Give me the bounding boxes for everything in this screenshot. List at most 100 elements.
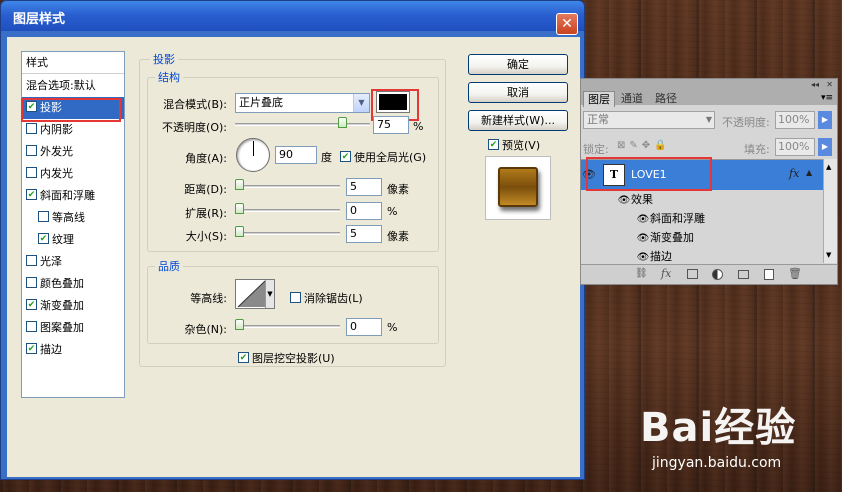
use-global-light-box[interactable] (340, 151, 351, 162)
contour-curve (237, 280, 266, 308)
style-item-gradient-overlay[interactable]: 渐变叠加 (22, 295, 124, 317)
distance-slider[interactable] (235, 185, 340, 188)
style-item-outer-glow[interactable]: 外发光 (22, 141, 124, 163)
contour-label: 等高线: (190, 292, 227, 305)
checkbox-inner-shadow[interactable] (26, 123, 37, 134)
style-item-bevel-emboss[interactable]: 斜面和浮雕 (22, 185, 124, 207)
blend-mode-select[interactable]: 正片叠底 ▼ (235, 93, 370, 113)
expand-arrow-icon[interactable]: ▲ (806, 168, 812, 177)
trash-icon[interactable]: 🗑 (788, 267, 802, 280)
checkbox-inner-glow[interactable] (26, 167, 37, 178)
knockout-box[interactable] (238, 352, 249, 363)
checkbox-pattern-overlay[interactable] (26, 321, 37, 332)
layer-fill-input[interactable]: 100% (775, 138, 815, 156)
preview-swatch (498, 167, 538, 207)
use-global-light-checkbox[interactable]: 使用全局光(G) (340, 149, 426, 165)
fill-arrow-icon[interactable]: ▶ (818, 138, 832, 156)
scroll-up-icon[interactable]: ▲ (826, 163, 831, 171)
checkbox-contour[interactable] (38, 211, 49, 222)
size-slider-thumb[interactable] (235, 226, 244, 237)
tab-layers[interactable]: 图层 (583, 91, 615, 107)
panel-menu-icon[interactable]: ▾≡ (821, 93, 833, 103)
style-item-label: 光泽 (40, 255, 62, 268)
knockout-checkbox[interactable]: 图层挖空投影(U) (238, 350, 335, 366)
eye-icon[interactable]: 👁 (636, 229, 650, 248)
checkbox-stroke[interactable] (26, 343, 37, 354)
opacity-slider-thumb[interactable] (338, 117, 347, 128)
anti-alias-box[interactable] (290, 292, 301, 303)
effect-label: 斜面和浮雕 (650, 212, 705, 225)
add-style-icon[interactable]: fx (661, 267, 671, 280)
style-item-blending-options[interactable]: 混合选项:默认 (22, 75, 124, 97)
style-item-label: 斜面和浮雕 (40, 189, 95, 202)
tab-channels[interactable]: 通道 (617, 91, 647, 107)
distance-slider-thumb[interactable] (235, 179, 244, 190)
scroll-down-icon[interactable]: ▼ (826, 251, 831, 259)
effect-row-bevel[interactable]: 👁斜面和浮雕 (581, 209, 821, 228)
spread-slider[interactable] (235, 209, 340, 212)
checkbox-gradient-overlay[interactable] (26, 299, 37, 310)
close-button[interactable]: ✕ (556, 13, 578, 35)
effects-row[interactable]: 👁效果 (581, 190, 821, 209)
distance-input[interactable]: 5 (346, 178, 382, 196)
tab-paths[interactable]: 路径 (651, 91, 681, 107)
size-unit: 像素 (387, 230, 409, 243)
dialog-titlebar[interactable]: 图层样式 (1, 1, 584, 31)
new-group-icon[interactable] (738, 270, 749, 279)
style-item-color-overlay[interactable]: 颜色叠加 (22, 273, 124, 295)
opacity-input[interactable]: 75 (373, 116, 409, 134)
spread-input[interactable]: 0 (346, 202, 382, 220)
noise-slider[interactable] (235, 325, 340, 328)
noise-input[interactable]: 0 (346, 318, 382, 336)
collapse-icon[interactable]: ◂◂ (811, 80, 819, 89)
blend-mode-label: 混合模式(B): (163, 98, 227, 111)
anti-alias-checkbox[interactable]: 消除锯齿(L) (290, 290, 363, 306)
angle-dial[interactable] (236, 138, 270, 172)
style-item-satin[interactable]: 光泽 (22, 251, 124, 273)
checkbox-outer-glow[interactable] (26, 145, 37, 156)
effect-row-gradient[interactable]: 👁渐变叠加 (581, 228, 821, 247)
layer-opacity-label: 不透明度: (722, 116, 770, 129)
eye-icon[interactable]: 👁 (636, 210, 650, 229)
fx-icon[interactable]: fx (789, 167, 799, 180)
link-layers-icon[interactable]: ⛓ (635, 268, 648, 279)
new-style-button[interactable]: 新建样式(W)... (468, 110, 568, 131)
checkbox-texture[interactable] (38, 233, 49, 244)
effects-label: 效果 (631, 193, 653, 206)
eye-icon[interactable]: 👁 (617, 191, 631, 210)
new-layer-icon[interactable] (764, 269, 774, 280)
style-item-label: 渐变叠加 (40, 299, 84, 312)
structure-title: 结构 (155, 69, 183, 85)
chevron-down-icon: ▼ (265, 280, 274, 308)
style-item-inner-glow[interactable]: 内发光 (22, 163, 124, 185)
add-mask-icon[interactable] (687, 269, 698, 279)
opacity-slider[interactable] (235, 123, 370, 126)
size-slider[interactable] (235, 232, 340, 235)
checkbox-color-overlay[interactable] (26, 277, 37, 288)
blend-mode-value: 正片叠底 (239, 96, 283, 109)
layer-blend-mode-select[interactable]: 正常 ▼ (583, 111, 715, 129)
noise-slider-thumb[interactable] (235, 319, 244, 330)
panel-close-icon[interactable]: ✕ (826, 80, 833, 89)
style-item-contour[interactable]: 等高线 (22, 207, 124, 229)
size-input[interactable]: 5 (346, 225, 382, 243)
cancel-button[interactable]: 取消 (468, 82, 568, 103)
style-item-inner-shadow[interactable]: 内阴影 (22, 119, 124, 141)
ok-button[interactable]: 确定 (468, 54, 568, 75)
highlight-drop-shadow (21, 98, 121, 122)
opacity-arrow-icon[interactable]: ▶ (818, 111, 832, 129)
contour-picker[interactable]: ▼ (235, 279, 275, 309)
layer-scrollbar[interactable]: ▲ ▼ (823, 159, 837, 263)
adjustment-layer-icon[interactable] (712, 269, 723, 280)
preview-box[interactable] (488, 139, 499, 150)
spread-slider-thumb[interactable] (235, 203, 244, 214)
lock-icons[interactable]: ⊠✎✥🔒 (617, 140, 671, 151)
layer-opacity-input[interactable]: 100% (775, 111, 815, 129)
style-item-stroke[interactable]: 描边 (22, 339, 124, 361)
checkbox-satin[interactable] (26, 255, 37, 266)
angle-input[interactable]: 90 (275, 146, 317, 164)
style-item-texture[interactable]: 纹理 (22, 229, 124, 251)
checkbox-bevel-emboss[interactable] (26, 189, 37, 200)
style-item-pattern-overlay[interactable]: 图案叠加 (22, 317, 124, 339)
preview-checkbox[interactable]: 预览(V) (488, 137, 540, 153)
